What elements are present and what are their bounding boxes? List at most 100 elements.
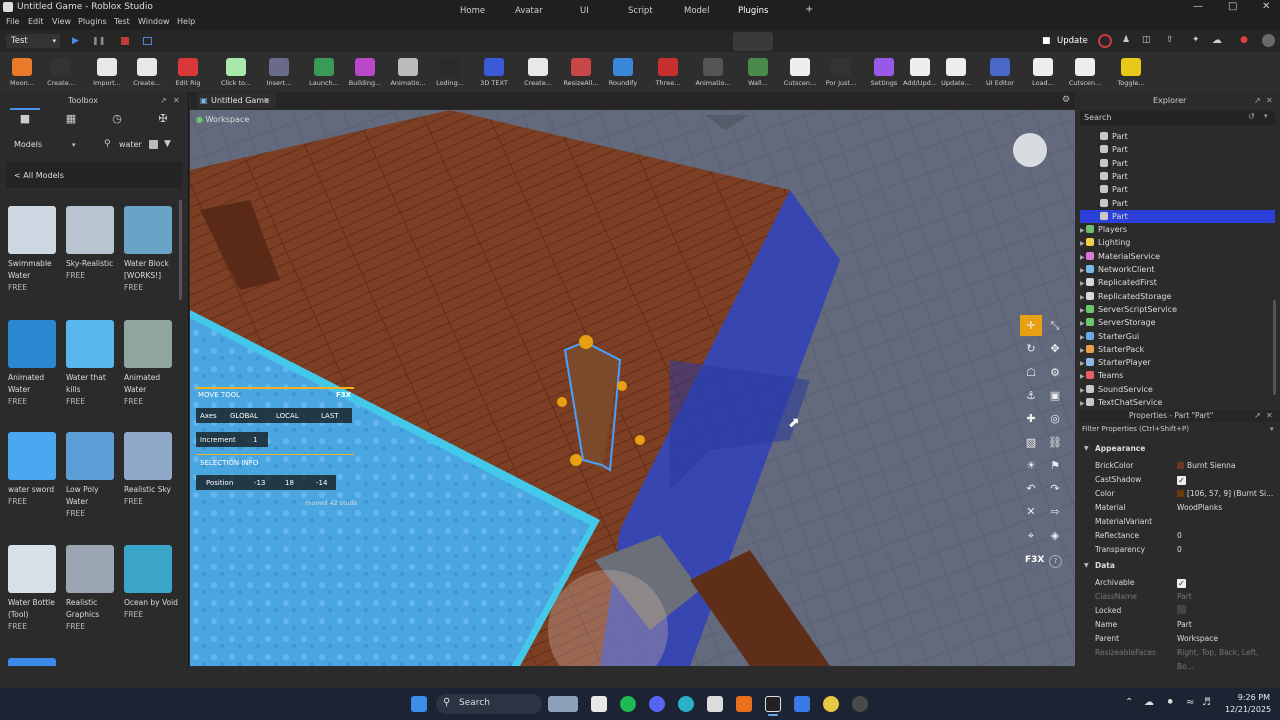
ribbon-tool-14[interactable]: Roundify	[605, 54, 641, 90]
explorer-item[interactable]: ▶ Lighting	[1080, 236, 1275, 249]
store-icon[interactable]	[707, 696, 723, 712]
property-row[interactable]: Parent Workspace	[1080, 632, 1275, 646]
explorer-item[interactable]: Part	[1080, 143, 1275, 156]
ribbon-tool-20[interactable]: Settings	[866, 54, 902, 90]
explorer-item[interactable]: ▶ StarterPack	[1080, 343, 1275, 356]
property-value[interactable]	[1177, 604, 1186, 618]
creations-tab-icon[interactable]: ✠	[154, 112, 172, 128]
ribbon-tool-15[interactable]: Three...	[650, 54, 686, 90]
microphone-icon[interactable]: ⚫	[1166, 697, 1174, 708]
explorer-item[interactable]: ▶ ServerScriptService	[1080, 303, 1275, 316]
texture-tool-icon[interactable]: ▧	[1020, 432, 1042, 453]
explorer-item[interactable]: ▶ Teams	[1080, 369, 1275, 382]
anchor-tool-icon[interactable]: ⚓	[1020, 385, 1042, 406]
explorer-item[interactable]: Part	[1080, 209, 1275, 223]
ribbon-tool-23[interactable]: UI Editor	[982, 54, 1018, 90]
undo-icon[interactable]: ↶	[1020, 478, 1042, 499]
model-card[interactable]: Sky-Realistic FREE	[66, 206, 122, 282]
menu-test[interactable]: Test	[114, 17, 130, 26]
model-card[interactable]: Ocean by Void FREE	[124, 545, 180, 621]
model-card[interactable]: Realistic Graphics FREE	[66, 545, 122, 633]
close-panel-icon[interactable]: ✕	[1266, 411, 1273, 420]
category-select[interactable]: Models	[14, 140, 42, 149]
group-icon[interactable]: ◈	[1044, 525, 1066, 546]
view-cube[interactable]	[1013, 133, 1047, 167]
property-value[interactable]: WoodPlanks	[1177, 501, 1222, 515]
axes-last-button[interactable]: LAST	[321, 412, 339, 420]
ribbon-tool-13[interactable]: ResizeAll...	[563, 54, 599, 90]
ribbon-tool-4[interactable]: Edit Rig	[170, 54, 206, 90]
tab-script[interactable]: Script	[628, 6, 653, 16]
explorer-item[interactable]: ▶ NetworkClient	[1080, 263, 1275, 276]
surface-tool-icon[interactable]: ☖	[1020, 362, 1042, 383]
ribbon-tool-11[interactable]: 3D TEXT	[476, 54, 512, 90]
property-value[interactable]: ✓	[1177, 473, 1186, 487]
property-value[interactable]: 0	[1177, 529, 1182, 543]
undock-icon[interactable]: ↗	[1254, 96, 1261, 105]
property-row[interactable]: Locked	[1080, 604, 1275, 618]
discord-icon[interactable]	[649, 696, 665, 712]
model-card[interactable]: Water Block [WORKS!] FREE	[124, 206, 180, 294]
explorer-item[interactable]: ▶ SoundService	[1080, 383, 1275, 396]
ribbon-tool-17[interactable]: Wall...	[740, 54, 776, 90]
roblox-icon[interactable]	[794, 696, 810, 712]
volume-icon[interactable]: ♬	[1202, 697, 1211, 708]
property-section-header[interactable]: ▼ Appearance	[1080, 442, 1275, 456]
update-button[interactable]: ■ Update	[1038, 33, 1090, 49]
assistant-icon[interactable]: ✦	[1192, 35, 1200, 45]
property-row[interactable]: CastShadow ✓	[1080, 473, 1275, 487]
publish-icon[interactable]: ⇧	[1166, 35, 1174, 45]
ribbon-tool-18[interactable]: Cutscen...	[782, 54, 818, 90]
explorer-item[interactable]: Part	[1080, 130, 1275, 143]
menu-edit[interactable]: Edit	[28, 17, 44, 26]
explorer-item[interactable]: ▶ ReplicatedStorage	[1080, 290, 1275, 303]
collapse-chevron-icon[interactable]: ▼	[1084, 442, 1089, 456]
undock-icon[interactable]: ↗	[160, 96, 167, 105]
maximize-icon[interactable]: □	[1228, 1, 1237, 12]
image-search-icon[interactable]	[149, 140, 158, 149]
checkbox[interactable]: ✓	[1177, 579, 1186, 588]
position-y-input[interactable]: 18	[285, 479, 294, 487]
ribbon-tool-5[interactable]: Click to...	[218, 54, 254, 90]
tab-ui[interactable]: UI	[580, 6, 589, 16]
toolbox-search-input[interactable]: water	[119, 140, 142, 149]
close-icon[interactable]: ✕	[1262, 1, 1270, 12]
play-icon[interactable]: ▶	[72, 36, 79, 46]
paint-tool-icon[interactable]: ✥	[1044, 338, 1066, 359]
chevron-down-icon[interactable]: ▾	[1270, 425, 1274, 433]
model-card[interactable]: Water Bottle (Tool) FREE	[8, 545, 64, 633]
explorer-search-input[interactable]: Search ↺ ▾	[1080, 111, 1275, 125]
property-value[interactable]: 0	[1177, 543, 1182, 557]
close-tab-icon[interactable]: ✕	[263, 93, 270, 108]
explorer-item[interactable]: ▶ ReplicatedFirst	[1080, 276, 1275, 289]
cloud-icon[interactable]: ☁	[1212, 35, 1222, 46]
menu-window[interactable]: Window	[138, 17, 170, 26]
3d-viewport[interactable]: ● Workspace MOVE TOOL F3X Axes GLOBAL LO…	[190, 110, 1075, 666]
export-icon[interactable]: ⇨	[1044, 501, 1066, 522]
explorer-item[interactable]: Part	[1080, 197, 1275, 210]
file-explorer-icon[interactable]	[591, 696, 607, 712]
ribbon-tool-24[interactable]: Load...	[1025, 54, 1061, 90]
property-row[interactable]: Material WoodPlanks	[1080, 501, 1275, 515]
taskbar-search[interactable]: ⚲ Search	[436, 694, 542, 714]
explorer-item[interactable]: Part	[1080, 157, 1275, 170]
share-icon[interactable]: ◫	[1142, 35, 1151, 45]
collaborators-icon[interactable]: ♟	[1122, 35, 1130, 45]
move-handle-top[interactable]	[579, 335, 593, 349]
move-handle-right[interactable]	[617, 381, 627, 391]
menu-plugins[interactable]: Plugins	[78, 17, 107, 26]
onedrive-icon[interactable]: ☁	[1144, 697, 1154, 708]
stop-icon[interactable]	[121, 37, 129, 45]
add-tab-button[interactable]: +	[805, 4, 813, 15]
property-row[interactable]: ClassName Part	[1080, 590, 1275, 604]
property-row[interactable]: ResizeableFaces Right, Top, Back, Left, B…	[1080, 646, 1275, 671]
history-icon[interactable]: ↺	[1248, 112, 1255, 121]
property-row[interactable]: BrickColor Burnt Sienna	[1080, 459, 1275, 473]
toolbox-scrollbar[interactable]	[179, 200, 182, 300]
avatar[interactable]	[1098, 34, 1112, 48]
decorate-tool-icon[interactable]: ⚑	[1044, 455, 1066, 476]
tab-model[interactable]: Model	[684, 6, 710, 16]
explorer-item[interactable]: ▶ MaterialService	[1080, 250, 1275, 263]
explorer-item[interactable]: Part	[1080, 183, 1275, 196]
new-part-tool-icon[interactable]: ✚	[1020, 408, 1042, 429]
